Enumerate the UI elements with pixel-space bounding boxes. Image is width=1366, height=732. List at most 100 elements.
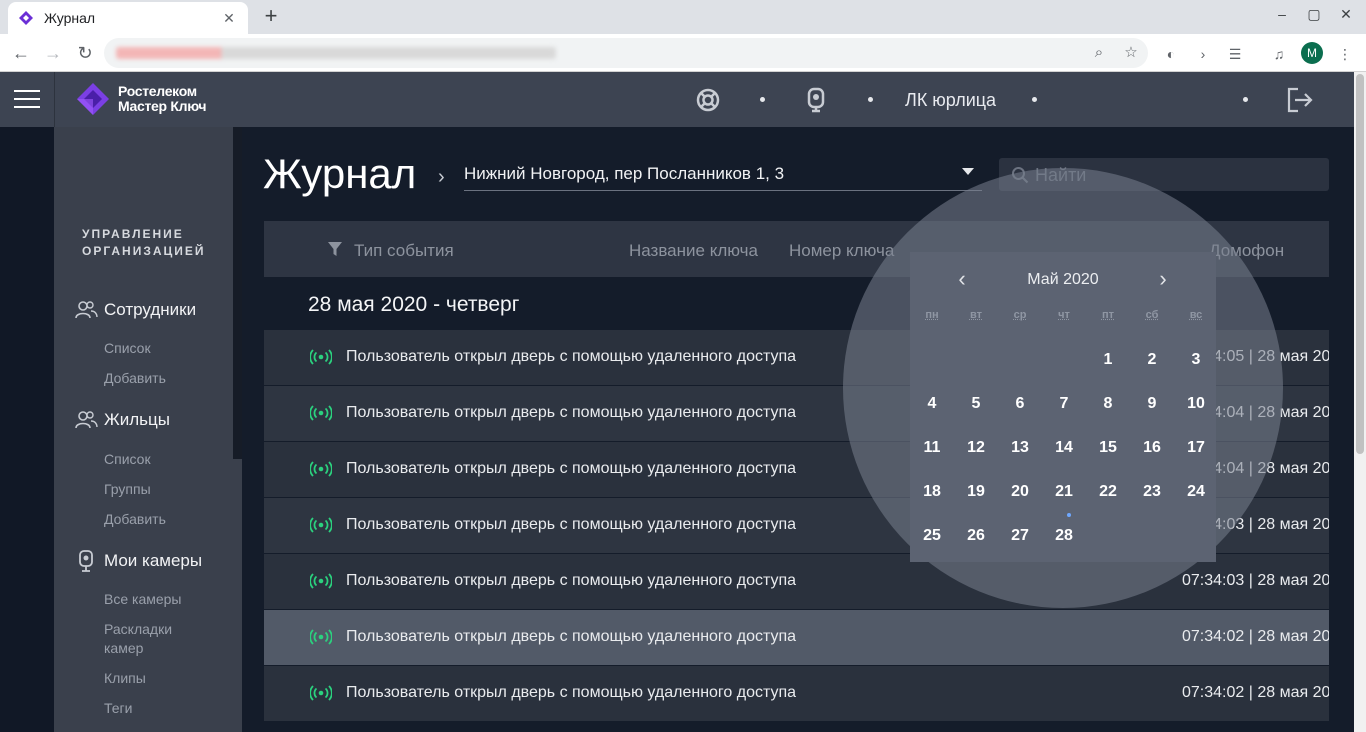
remote-access-icon [309, 349, 333, 365]
header-dot [868, 97, 873, 102]
calendar-day[interactable]: 21 [1042, 476, 1086, 508]
back-icon[interactable]: ← [8, 40, 34, 66]
calendar-day[interactable]: 15 [1086, 432, 1130, 464]
calendar-day[interactable]: 1 [1086, 344, 1130, 376]
forward-icon[interactable]: → [40, 40, 66, 66]
calendar-weekday: сб [1145, 309, 1159, 321]
logo-icon [77, 83, 109, 115]
maximize-button[interactable]: ▢ [1302, 6, 1326, 23]
sidebar-link-employees-list[interactable]: Список [104, 339, 151, 358]
sidebar-link-tags[interactable]: Теги [104, 699, 132, 718]
profile-avatar[interactable]: M [1301, 42, 1323, 64]
account-link[interactable]: ЛК юрлица [905, 90, 996, 111]
calendar-day[interactable]: 9 [1130, 388, 1174, 420]
column-key-name[interactable]: Название ключа [629, 241, 758, 261]
address-select-value: Нижний Новгород, пер Посланников 1, 3 [464, 164, 785, 183]
logo[interactable]: Ростелеком Мастер Ключ [76, 82, 206, 116]
close-window-button[interactable]: ✕ [1334, 6, 1358, 23]
calendar-day[interactable]: 5 [954, 388, 998, 420]
calendar-day[interactable]: 13 [998, 432, 1042, 464]
sidebar-link-clips[interactable]: Клипы [104, 669, 146, 688]
tab-close-icon[interactable]: ✕ [220, 10, 238, 27]
zoom-icon[interactable]: ⌕ [1088, 43, 1110, 63]
media-control-icon[interactable]: ♫ [1268, 43, 1290, 65]
calendar-day[interactable]: 7 [1042, 388, 1086, 420]
sidebar-section-employees[interactable]: Сотрудники [74, 300, 196, 320]
new-tab-button[interactable]: + [258, 4, 284, 30]
calendar-day[interactable]: 20 [998, 476, 1042, 508]
logout-icon[interactable] [1286, 86, 1314, 114]
calendar-day[interactable]: 23 [1130, 476, 1174, 508]
sidebar-link-camera-layouts[interactable]: Раскладки камер [104, 620, 214, 658]
extension-icon[interactable]: ◐ [1160, 43, 1182, 65]
event-description: Пользователь открыл дверь с помощью удал… [346, 460, 797, 477]
header-dot [760, 97, 765, 102]
calendar-day[interactable]: 17 [1174, 432, 1218, 464]
calendar-day[interactable]: 2 [1130, 344, 1174, 376]
browser-tab[interactable]: Журнал ✕ [8, 2, 248, 34]
table-row[interactable]: Пользователь открыл дверь с помощью удал… [264, 666, 1329, 721]
tab-title: Журнал [44, 10, 96, 26]
sidebar-link-residents-add[interactable]: Добавить [104, 510, 166, 529]
address-select[interactable]: Нижний Новгород, пер Посланников 1, 3 [464, 158, 982, 191]
calendar-day[interactable]: 11 [910, 432, 954, 464]
calendar-day[interactable]: 3 [1174, 344, 1218, 376]
calendar-weekday: пт [1101, 309, 1115, 321]
sidebar-heading: УПРАВЛЕНИЕ ОРГАНИЗАЦИЕЙ [82, 227, 206, 258]
calendar-day[interactable]: 28 [1042, 520, 1086, 552]
sidebar-link-all-cameras[interactable]: Все камеры [104, 590, 182, 609]
sidebar-link-employees-add[interactable]: Добавить [104, 369, 166, 388]
calendar-day[interactable]: 12 [954, 432, 998, 464]
calendar-day[interactable]: 24 [1174, 476, 1218, 508]
bookmark-star-icon[interactable]: ☆ [1120, 43, 1142, 63]
calendar-day[interactable]: 27 [998, 520, 1042, 552]
page-scrollbar-thumb[interactable] [1356, 74, 1364, 454]
users-icon [75, 301, 98, 319]
extension-arrow-icon[interactable]: › [1192, 43, 1214, 65]
calendar-day[interactable]: 16 [1130, 432, 1174, 464]
calendar-day[interactable]: 8 [1086, 388, 1130, 420]
date-group-heading: 28 мая 2020 - четверг [308, 293, 520, 316]
event-description: Пользователь открыл дверь с помощью удал… [346, 684, 797, 701]
minimize-button[interactable]: – [1270, 6, 1294, 22]
sidebar-scrollbar[interactable] [233, 127, 242, 459]
calendar-day[interactable]: 14 [1042, 432, 1086, 464]
column-event-type[interactable]: Тип события [354, 241, 454, 261]
remote-access-icon [309, 405, 333, 421]
calendar-day[interactable]: 25 [910, 520, 954, 552]
sidebar-link-residents-groups[interactable]: Группы [104, 480, 151, 499]
filter-icon[interactable] [327, 241, 343, 257]
browser-menu-icon[interactable]: ⋮ [1334, 43, 1356, 65]
lifebuoy-icon[interactable] [694, 86, 722, 114]
sidebar-link-residents-list[interactable]: Список [104, 450, 151, 469]
calendar-day[interactable]: 19 [954, 476, 998, 508]
table-row[interactable]: Пользователь открыл дверь с помощью удал… [264, 610, 1329, 665]
header-dot [1032, 97, 1037, 102]
remote-access-icon [309, 461, 333, 477]
today-indicator [1067, 513, 1071, 517]
event-description: Пользователь открыл дверь с помощью удал… [346, 572, 797, 589]
extension-list-icon[interactable]: ☰ [1224, 43, 1246, 65]
menu-icon[interactable] [14, 90, 40, 110]
header-divider [54, 72, 55, 127]
calendar-day[interactable]: 26 [954, 520, 998, 552]
users-icon [75, 411, 98, 429]
calendar-day[interactable]: 10 [1174, 388, 1218, 420]
event-description: Пользователь открыл дверь с помощью удал… [346, 404, 797, 421]
camera-icon[interactable] [802, 86, 830, 114]
calendar-day[interactable]: 22 [1086, 476, 1130, 508]
address-bar[interactable]: ⌕ ☆ [104, 38, 1148, 68]
calendar-next-icon[interactable]: › [1151, 268, 1175, 292]
calendar-weekday: ср [1013, 309, 1027, 321]
blurred-url [116, 47, 556, 59]
header-dot [1243, 97, 1248, 102]
remote-access-icon [309, 517, 333, 533]
calendar-day[interactable]: 18 [910, 476, 954, 508]
sidebar-section-cameras[interactable]: Мои камеры [74, 549, 202, 573]
calendar-day[interactable]: 4 [910, 388, 954, 420]
reload-icon[interactable]: ↻ [72, 40, 98, 66]
sidebar-rail [0, 127, 54, 732]
sidebar-section-residents[interactable]: Жильцы [74, 410, 170, 430]
calendar-day[interactable]: 6 [998, 388, 1042, 420]
column-key-number[interactable]: Номер ключа [789, 241, 894, 261]
